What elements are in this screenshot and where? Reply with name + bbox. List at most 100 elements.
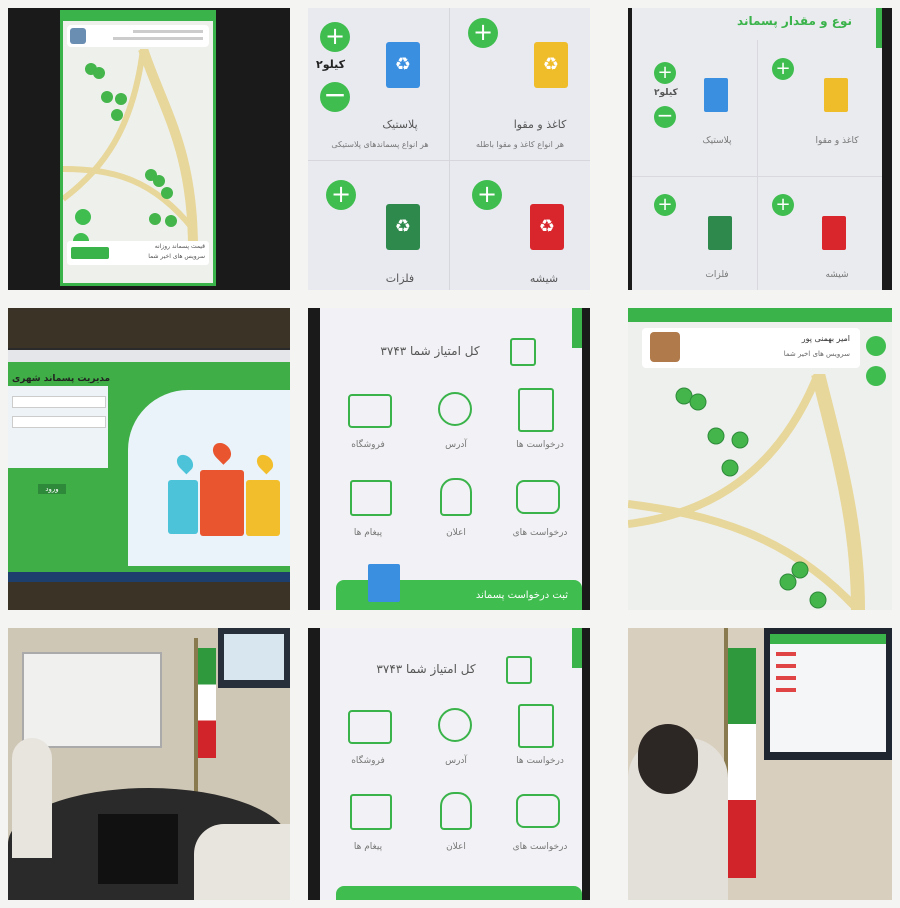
request-banner-2[interactable] (336, 886, 582, 900)
user-subline: سرویس های اخیر شما (783, 350, 850, 358)
plastic-bin-small-icon (704, 78, 728, 112)
photo-bins-grid: + − ۲کیلو ♻ پلاستیک هر انواع پسماندهای پ… (308, 8, 590, 290)
add-plastic-small[interactable]: + (654, 62, 676, 84)
menu-label-3: درخواست های (512, 528, 568, 538)
truck-icon-2[interactable] (516, 794, 560, 828)
status-bar-map (628, 308, 892, 322)
paper-label: کاغذ و مقوا (513, 118, 567, 131)
metal-bin-small-icon (708, 216, 732, 250)
add-plastic-button[interactable]: + (320, 22, 350, 52)
score-text-2: کل امتیاز شما ۳۷۴۳ (376, 662, 476, 676)
phone-screen-score-2: کل امتیاز شما ۳۷۴۳ درخواست ها آدرس فروشگ… (320, 628, 582, 900)
photo-desktop-login: مدیریت پسماند شهری ورود (8, 308, 290, 610)
section-header: نوع و مقدار پسماند (737, 14, 852, 28)
paper-bin-icon: ♻ (534, 42, 568, 88)
user-card (67, 25, 209, 47)
add-metal-small[interactable]: + (654, 194, 676, 216)
user-card-map: امیر بهمنی پور سرویس های اخیر شما (642, 328, 860, 368)
truck-icon[interactable] (516, 480, 560, 514)
messages-icon-2[interactable] (350, 794, 392, 830)
plastic-bin-icon: ♻ (386, 42, 420, 88)
requests-icon-2[interactable] (518, 704, 554, 748)
password-field[interactable] (12, 416, 106, 428)
whiteboard (22, 652, 162, 748)
legend-line1: قیمت پسماند روزانه (154, 243, 205, 250)
messages-icon[interactable] (350, 480, 392, 516)
photo-bins-small: نوع و مقدار پسماند + − ۲کیلو + کاغذ و مق… (628, 8, 892, 290)
monitor-screen: مدیریت پسماند شهری ورود (8, 350, 290, 572)
photo-meeting-monitor (628, 628, 892, 900)
address-icon-2[interactable] (438, 708, 472, 742)
person-left (12, 738, 52, 858)
glass-bin-icon: ♻ (530, 204, 564, 250)
phone-screen-map: امیر بهمنی پور سرویس های اخیر شما (628, 308, 892, 610)
locate-button[interactable] (75, 209, 91, 225)
blue-bin-graphic (168, 480, 198, 534)
photo-score-menu: کل امتیاز شما ۳۷۴۳ درخواست ها آدرس فروشگ… (308, 308, 590, 610)
menu2-label-4: اعلان (446, 842, 466, 852)
menu-label-1: آدرس (445, 440, 467, 450)
menu2-label-1: آدرس (445, 756, 467, 766)
login-title: مدیریت پسماند شهری (12, 374, 111, 384)
photo-score-menu-2: کل امتیاز شما ۳۷۴۳ درخواست ها آدرس فروشگ… (308, 628, 590, 900)
store-icon-2[interactable] (348, 710, 392, 744)
bottom-card: قیمت پسماند روزانه سرویس های اخیر شما (67, 241, 209, 265)
wall-monitor-2 (764, 628, 892, 760)
address-icon[interactable] (438, 392, 472, 426)
request-button[interactable] (71, 247, 109, 259)
wallet-icon (510, 338, 536, 366)
menu-label-5: پیغام ها (353, 528, 383, 538)
person-head (638, 724, 698, 794)
small-label-0: کاغذ و مقوا (815, 136, 859, 146)
flag-2 (728, 648, 756, 878)
collage-grid: قیمت پسماند روزانه سرویس های اخیر شما + … (8, 8, 892, 900)
legend-line2: سرویس های اخیر شما (148, 253, 205, 260)
yellow-bin-graphic (246, 480, 280, 536)
metal-label: فلزات (385, 272, 415, 285)
glass-label: شیشه (529, 272, 559, 285)
menu-label-2: فروشگاه (351, 440, 385, 450)
photo-phone-map: قیمت پسماند روزانه سرویس های اخیر شما (8, 8, 290, 290)
menu-label-4: اعلان (446, 528, 466, 538)
menu2-label-2: فروشگاه (351, 756, 385, 766)
photo-collage: قیمت پسماند روزانه سرویس های اخیر شما + … (0, 0, 900, 908)
paper-bin-small-icon (824, 78, 848, 112)
login-form (8, 386, 108, 468)
plastic-label: پلاستیک (382, 118, 418, 131)
avatar (70, 28, 86, 44)
plastic-subtitle: هر انواع پسماندهای پلاستیکی (331, 140, 429, 149)
bell-icon-2[interactable] (440, 792, 472, 830)
photo-map-zoom: امیر بهمنی پور سرویس های اخیر شما (628, 308, 892, 610)
add-glass-small[interactable]: + (772, 194, 794, 216)
menu-label-0: درخواست ها (516, 440, 564, 450)
map-view-zoom[interactable] (628, 374, 892, 610)
taskbar (8, 572, 290, 582)
small-label-1: پلاستیک (702, 136, 732, 146)
avatar-map (650, 332, 680, 362)
wallet-icon-2 (506, 656, 532, 684)
paper-subtitle: هر انواع کاغذ و مقوا باطله (475, 140, 565, 149)
menu2-label-0: درخواست ها (516, 756, 564, 766)
chat-button[interactable] (866, 336, 886, 356)
metal-bin-icon: ♻ (386, 204, 420, 250)
username-field[interactable] (12, 396, 106, 408)
store-icon[interactable] (348, 394, 392, 428)
phone-screen-bins: نوع و مقدار پسماند + − ۲کیلو + کاغذ و مق… (632, 8, 882, 290)
bell-icon[interactable] (440, 478, 472, 516)
remove-plastic-small[interactable]: − (654, 105, 676, 128)
person-right (194, 824, 290, 900)
flag (198, 648, 216, 758)
bin-illustration (368, 564, 400, 602)
plastic-weight: ۲کیلو (316, 58, 345, 71)
add-metal-button[interactable]: + (326, 180, 356, 210)
requests-icon[interactable] (518, 388, 554, 432)
glass-bin-small-icon (822, 216, 846, 250)
wall-monitor (218, 628, 290, 688)
add-glass-button[interactable]: + (472, 180, 502, 210)
add-paper-button[interactable]: + (468, 18, 498, 48)
remove-plastic-button[interactable]: − (320, 81, 350, 112)
login-button[interactable]: ورود (38, 484, 66, 494)
photo-meeting-room (8, 628, 290, 900)
banner-text: ثبت درخواست پسماند (475, 590, 568, 601)
add-paper-small[interactable]: + (772, 58, 794, 80)
